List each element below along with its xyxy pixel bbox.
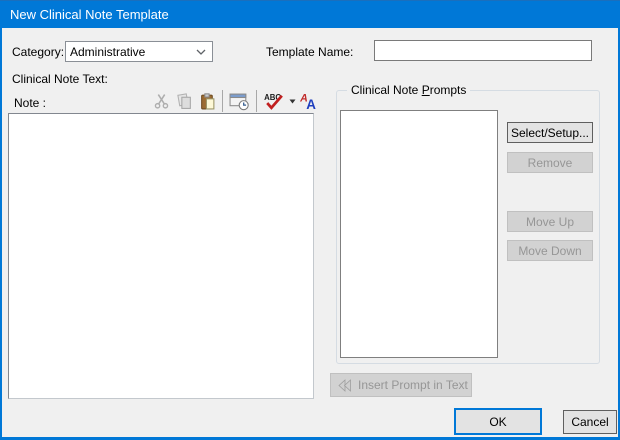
category-combobox[interactable]: Administrative <box>65 41 213 62</box>
note-toolbar: ABC A A <box>150 88 320 114</box>
copy-button[interactable] <box>173 89 196 113</box>
copy-icon <box>176 93 193 110</box>
clinical-note-text-label: Clinical Note Text: <box>12 72 108 86</box>
clinical-note-prompts-group-label: Clinical Note Prompts <box>347 83 470 97</box>
dialog-new-clinical-note-template: New Clinical Note Template Category: Adm… <box>0 0 620 440</box>
category-label: Category: <box>12 45 64 59</box>
template-name-label: Template Name: <box>266 45 353 59</box>
insert-prompt-label: Insert Prompt in Text <box>358 378 468 392</box>
toolbar-separator <box>222 90 223 112</box>
window-title: New Clinical Note Template <box>0 7 169 22</box>
dialog-body: Category: Administrative Template Name: … <box>2 28 618 437</box>
insert-prompt-in-text-button[interactable]: Insert Prompt in Text <box>330 373 472 397</box>
move-up-button[interactable]: Move Up <box>507 211 593 232</box>
abc-check-icon: ABC <box>262 92 285 111</box>
font-letters-icon: A A <box>299 92 318 110</box>
ok-button[interactable]: OK <box>454 408 542 435</box>
cut-button[interactable] <box>150 89 173 113</box>
cancel-button[interactable]: Cancel <box>563 410 617 434</box>
select-setup-button[interactable]: Select/Setup... <box>507 122 593 143</box>
paste-icon <box>199 93 216 110</box>
insert-note-window-button[interactable] <box>226 89 253 113</box>
dropdown-arrow-icon <box>289 99 296 104</box>
remove-button[interactable]: Remove <box>507 152 593 173</box>
category-selected-value: Administrative <box>70 45 145 59</box>
note-label: Note : <box>14 96 46 110</box>
svg-text:A: A <box>306 97 316 110</box>
template-name-input[interactable] <box>374 40 592 61</box>
spell-check-dropdown-button[interactable] <box>287 89 297 113</box>
spell-check-button[interactable]: ABC <box>260 89 287 113</box>
font-button[interactable]: A A <box>297 89 320 113</box>
chevron-down-icon <box>196 49 206 55</box>
note-textarea[interactable] <box>8 113 314 399</box>
scissors-icon <box>153 93 170 110</box>
window-clock-icon <box>229 92 250 111</box>
title-bar[interactable]: New Clinical Note Template <box>0 0 620 28</box>
prompts-listbox[interactable] <box>340 110 498 358</box>
toolbar-separator <box>256 90 257 112</box>
paste-button[interactable] <box>196 89 219 113</box>
move-down-button[interactable]: Move Down <box>507 240 593 261</box>
double-chevron-left-icon <box>337 379 352 392</box>
